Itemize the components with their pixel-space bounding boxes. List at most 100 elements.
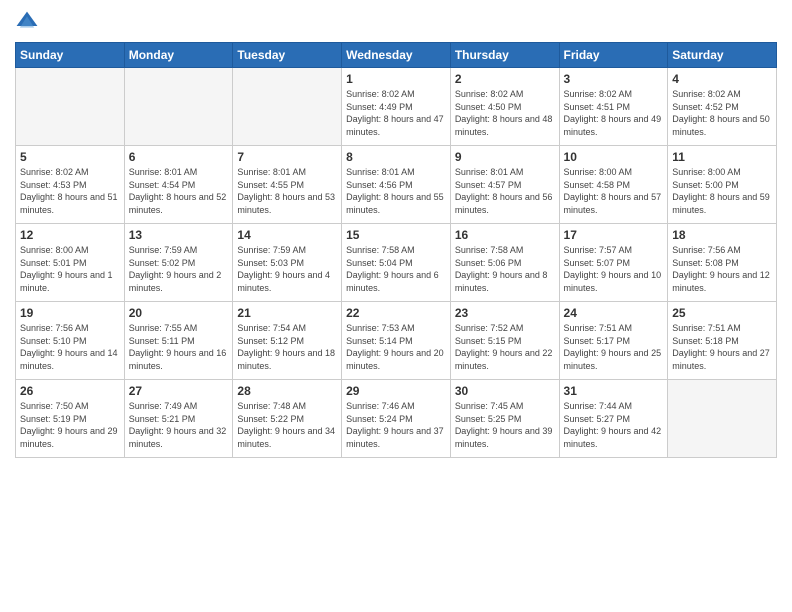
day-info: Sunrise: 8:00 AM Sunset: 4:58 PM Dayligh… bbox=[564, 166, 664, 216]
calendar-cell: 20 Sunrise: 7:55 AM Sunset: 5:11 PM Dayli… bbox=[124, 302, 233, 380]
calendar-cell: 9 Sunrise: 8:01 AM Sunset: 4:57 PM Daylig… bbox=[450, 146, 559, 224]
weekday-header-tuesday: Tuesday bbox=[233, 43, 342, 68]
day-info: Sunrise: 8:00 AM Sunset: 5:01 PM Dayligh… bbox=[20, 244, 120, 294]
calendar-cell bbox=[16, 68, 125, 146]
calendar-cell: 27Sunrise: 7:49 AM Sunset: 5:21 PM Dayli… bbox=[124, 380, 233, 458]
calendar-week-4: 19 Sunrise: 7:56 AM Sunset: 5:10 PM Dayli… bbox=[16, 302, 777, 380]
day-info: Sunrise: 8:02 AM Sunset: 4:49 PM Dayligh… bbox=[346, 88, 446, 138]
calendar-cell: 31 Sunrise: 7:44 AM Sunset: 5:27 PM Dayli… bbox=[559, 380, 668, 458]
day-number: 11 bbox=[672, 150, 772, 164]
calendar-cell: 14 Sunrise: 7:59 AM Sunset: 5:03 PM Dayli… bbox=[233, 224, 342, 302]
weekday-header-sunday: Sunday bbox=[16, 43, 125, 68]
weekday-header-saturday: Saturday bbox=[668, 43, 777, 68]
day-info: Sunrise: 7:56 AM Sunset: 5:08 PM Dayligh… bbox=[672, 244, 772, 294]
day-number: 31 bbox=[564, 384, 664, 398]
calendar-cell: 13 Sunrise: 7:59 AM Sunset: 5:02 PM Dayli… bbox=[124, 224, 233, 302]
calendar-cell bbox=[668, 380, 777, 458]
day-info: Sunrise: 7:57 AM Sunset: 5:07 PM Dayligh… bbox=[564, 244, 664, 294]
day-number: 12 bbox=[20, 228, 120, 242]
calendar-cell bbox=[124, 68, 233, 146]
calendar-week-3: 12 Sunrise: 8:00 AM Sunset: 5:01 PM Dayli… bbox=[16, 224, 777, 302]
calendar-cell: 1Sunrise: 8:02 AM Sunset: 4:49 PM Daylig… bbox=[342, 68, 451, 146]
day-info: Sunrise: 7:44 AM Sunset: 5:27 PM Dayligh… bbox=[564, 400, 664, 450]
day-info: Sunrise: 7:58 AM Sunset: 5:06 PM Dayligh… bbox=[455, 244, 555, 294]
day-info: Sunrise: 8:02 AM Sunset: 4:53 PM Dayligh… bbox=[20, 166, 120, 216]
weekday-header-thursday: Thursday bbox=[450, 43, 559, 68]
day-number: 20 bbox=[129, 306, 229, 320]
calendar-week-5: 26 Sunrise: 7:50 AM Sunset: 5:19 PM Dayli… bbox=[16, 380, 777, 458]
day-number: 15 bbox=[346, 228, 446, 242]
day-number: 26 bbox=[20, 384, 120, 398]
day-number: 17 bbox=[564, 228, 664, 242]
day-number: 2 bbox=[455, 72, 555, 86]
calendar-cell: 23 Sunrise: 7:52 AM Sunset: 5:15 PM Dayli… bbox=[450, 302, 559, 380]
day-number: 29 bbox=[346, 384, 446, 398]
day-number: 25 bbox=[672, 306, 772, 320]
weekday-header-row: SundayMondayTuesdayWednesdayThursdayFrid… bbox=[16, 43, 777, 68]
day-number: 4 bbox=[672, 72, 772, 86]
day-number: 6 bbox=[129, 150, 229, 164]
calendar-cell: 21Sunrise: 7:54 AM Sunset: 5:12 PM Dayli… bbox=[233, 302, 342, 380]
day-info: Sunrise: 7:52 AM Sunset: 5:15 PM Dayligh… bbox=[455, 322, 555, 372]
day-info: Sunrise: 8:01 AM Sunset: 4:57 PM Dayligh… bbox=[455, 166, 555, 216]
calendar-cell: 6 Sunrise: 8:01 AM Sunset: 4:54 PM Daylig… bbox=[124, 146, 233, 224]
header bbox=[15, 10, 777, 34]
day-number: 19 bbox=[20, 306, 120, 320]
day-info: Sunrise: 7:48 AM Sunset: 5:22 PM Dayligh… bbox=[237, 400, 337, 450]
day-info: Sunrise: 7:55 AM Sunset: 5:11 PM Dayligh… bbox=[129, 322, 229, 372]
day-info: Sunrise: 7:50 AM Sunset: 5:19 PM Dayligh… bbox=[20, 400, 120, 450]
logo-icon bbox=[15, 10, 39, 34]
day-info: Sunrise: 7:51 AM Sunset: 5:17 PM Dayligh… bbox=[564, 322, 664, 372]
day-number: 3 bbox=[564, 72, 664, 86]
calendar-cell: 2 Sunrise: 8:02 AM Sunset: 4:50 PM Daylig… bbox=[450, 68, 559, 146]
day-number: 7 bbox=[237, 150, 337, 164]
calendar-week-1: 1Sunrise: 8:02 AM Sunset: 4:49 PM Daylig… bbox=[16, 68, 777, 146]
day-info: Sunrise: 8:02 AM Sunset: 4:50 PM Dayligh… bbox=[455, 88, 555, 138]
calendar-cell: 3 Sunrise: 8:02 AM Sunset: 4:51 PM Daylig… bbox=[559, 68, 668, 146]
calendar-cell bbox=[233, 68, 342, 146]
day-number: 22 bbox=[346, 306, 446, 320]
weekday-header-monday: Monday bbox=[124, 43, 233, 68]
day-number: 8 bbox=[346, 150, 446, 164]
calendar-cell: 22Sunrise: 7:53 AM Sunset: 5:14 PM Dayli… bbox=[342, 302, 451, 380]
day-number: 28 bbox=[237, 384, 337, 398]
calendar-cell: 12 Sunrise: 8:00 AM Sunset: 5:01 PM Dayli… bbox=[16, 224, 125, 302]
calendar-table: SundayMondayTuesdayWednesdayThursdayFrid… bbox=[15, 42, 777, 458]
day-number: 23 bbox=[455, 306, 555, 320]
weekday-header-friday: Friday bbox=[559, 43, 668, 68]
calendar-cell: 15Sunrise: 7:58 AM Sunset: 5:04 PM Dayli… bbox=[342, 224, 451, 302]
day-number: 18 bbox=[672, 228, 772, 242]
day-number: 10 bbox=[564, 150, 664, 164]
day-number: 14 bbox=[237, 228, 337, 242]
day-number: 24 bbox=[564, 306, 664, 320]
day-info: Sunrise: 7:49 AM Sunset: 5:21 PM Dayligh… bbox=[129, 400, 229, 450]
day-info: Sunrise: 8:01 AM Sunset: 4:54 PM Dayligh… bbox=[129, 166, 229, 216]
weekday-header-wednesday: Wednesday bbox=[342, 43, 451, 68]
day-number: 9 bbox=[455, 150, 555, 164]
calendar-cell: 28 Sunrise: 7:48 AM Sunset: 5:22 PM Dayli… bbox=[233, 380, 342, 458]
calendar-cell: 11 Sunrise: 8:00 AM Sunset: 5:00 PM Dayli… bbox=[668, 146, 777, 224]
day-info: Sunrise: 8:01 AM Sunset: 4:56 PM Dayligh… bbox=[346, 166, 446, 216]
calendar-cell: 7Sunrise: 8:01 AM Sunset: 4:55 PM Daylig… bbox=[233, 146, 342, 224]
calendar-week-2: 5 Sunrise: 8:02 AM Sunset: 4:53 PM Daylig… bbox=[16, 146, 777, 224]
day-number: 30 bbox=[455, 384, 555, 398]
day-info: Sunrise: 7:59 AM Sunset: 5:02 PM Dayligh… bbox=[129, 244, 229, 294]
day-info: Sunrise: 7:46 AM Sunset: 5:24 PM Dayligh… bbox=[346, 400, 446, 450]
day-number: 5 bbox=[20, 150, 120, 164]
day-info: Sunrise: 8:00 AM Sunset: 5:00 PM Dayligh… bbox=[672, 166, 772, 216]
day-info: Sunrise: 7:54 AM Sunset: 5:12 PM Dayligh… bbox=[237, 322, 337, 372]
calendar-cell: 18 Sunrise: 7:56 AM Sunset: 5:08 PM Dayli… bbox=[668, 224, 777, 302]
calendar-cell: 16 Sunrise: 7:58 AM Sunset: 5:06 PM Dayli… bbox=[450, 224, 559, 302]
page-container: SundayMondayTuesdayWednesdayThursdayFrid… bbox=[0, 0, 792, 468]
day-number: 16 bbox=[455, 228, 555, 242]
day-info: Sunrise: 7:59 AM Sunset: 5:03 PM Dayligh… bbox=[237, 244, 337, 294]
calendar-cell: 4Sunrise: 8:02 AM Sunset: 4:52 PM Daylig… bbox=[668, 68, 777, 146]
calendar-cell: 5 Sunrise: 8:02 AM Sunset: 4:53 PM Daylig… bbox=[16, 146, 125, 224]
calendar-cell: 25Sunrise: 7:51 AM Sunset: 5:18 PM Dayli… bbox=[668, 302, 777, 380]
logo bbox=[15, 10, 43, 34]
day-info: Sunrise: 8:02 AM Sunset: 4:51 PM Dayligh… bbox=[564, 88, 664, 138]
day-number: 13 bbox=[129, 228, 229, 242]
day-info: Sunrise: 7:56 AM Sunset: 5:10 PM Dayligh… bbox=[20, 322, 120, 372]
calendar-cell: 8 Sunrise: 8:01 AM Sunset: 4:56 PM Daylig… bbox=[342, 146, 451, 224]
calendar-cell: 30Sunrise: 7:45 AM Sunset: 5:25 PM Dayli… bbox=[450, 380, 559, 458]
